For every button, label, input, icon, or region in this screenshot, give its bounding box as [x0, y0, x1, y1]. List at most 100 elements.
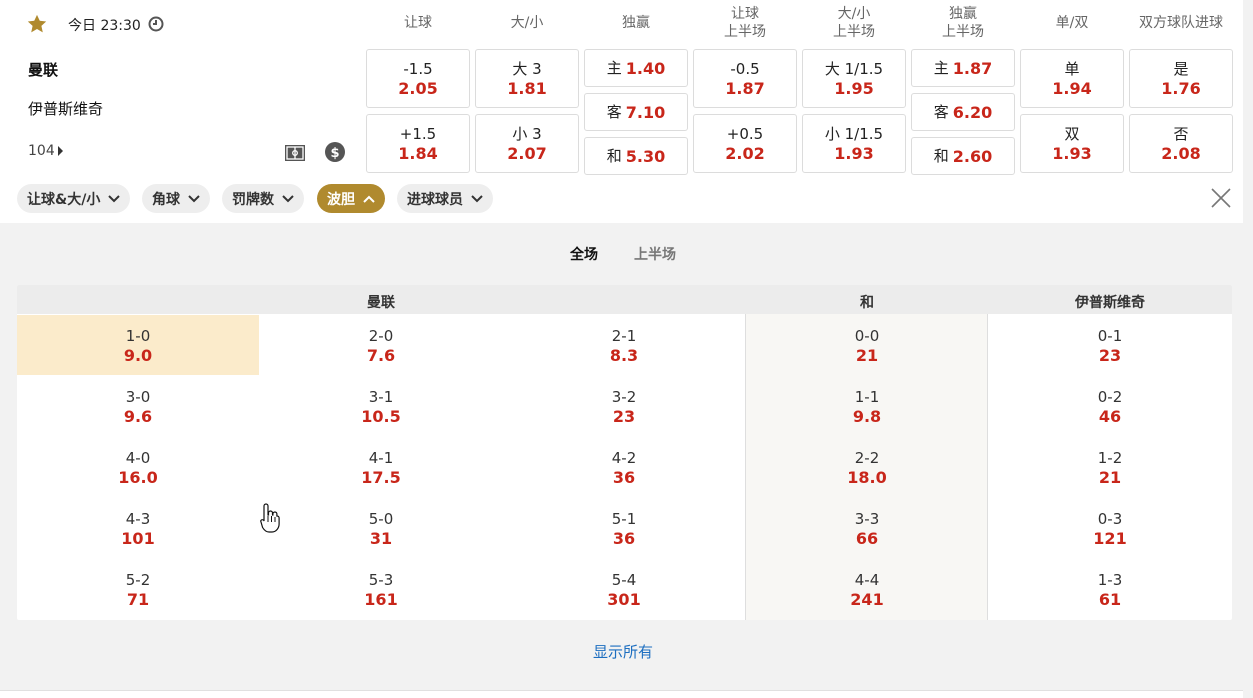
score-cell[interactable]: 1-2 21 — [989, 437, 1231, 498]
score-odds: 241 — [850, 589, 884, 609]
score-cell[interactable]: 2-1 8.3 — [503, 315, 745, 376]
odds-value: 7.10 — [625, 102, 666, 122]
score-odds: 16.0 — [118, 467, 158, 487]
market-header-line: 独赢 — [949, 6, 977, 22]
odds-cell[interactable]: 否 2.08 — [1129, 114, 1233, 173]
market-header-line: 上半场 — [724, 24, 766, 40]
odds-cell[interactable]: 主 1.87 — [911, 49, 1015, 87]
odds-label: 是 — [1173, 59, 1189, 78]
score-cell[interactable]: 0-0 21 — [746, 315, 988, 376]
score-odds: 46 — [1098, 406, 1122, 426]
score-label: 4-4 — [854, 570, 880, 589]
score-odds: 21 — [855, 345, 879, 365]
score-cell[interactable]: 5-3 161 — [260, 559, 502, 620]
odds-cell[interactable]: -0.5 1.87 — [693, 49, 797, 108]
score-cell[interactable]: 5-0 31 — [260, 498, 502, 559]
cash-out-icon[interactable]: $ — [325, 142, 345, 162]
score-cell[interactable]: 4-0 16.0 — [17, 437, 259, 498]
score-odds: 23 — [612, 406, 636, 426]
score-cell[interactable]: 3-1 10.5 — [260, 376, 502, 437]
score-cell[interactable]: 4-3 101 — [17, 498, 259, 559]
score-cell[interactable]: 2-0 7.6 — [260, 315, 502, 376]
tab-first-half[interactable]: 上半场 — [634, 244, 676, 264]
pitch-stats-icon[interactable] — [284, 142, 306, 164]
odds-cell[interactable]: 主 1.40 — [584, 49, 688, 87]
odds-cell[interactable]: 客 7.10 — [584, 93, 688, 131]
filter-chip-label: 罚牌数 — [232, 191, 274, 208]
score-cell[interactable]: 5-2 71 — [17, 559, 259, 620]
favorite-star-icon[interactable] — [26, 13, 48, 35]
odds-label: +0.5 — [726, 124, 764, 143]
odds-cell[interactable]: 大 1/1.5 1.95 — [802, 49, 906, 108]
odds-cell[interactable]: 和 2.60 — [911, 137, 1015, 175]
odds-cell[interactable]: 双 1.93 — [1020, 114, 1124, 173]
score-cell[interactable]: 0-1 23 — [989, 315, 1231, 376]
filter-chip[interactable]: 让球&大/小 — [17, 184, 131, 213]
score-odds: 121 — [1093, 528, 1127, 548]
close-icon[interactable] — [1209, 186, 1233, 210]
score-cell[interactable]: 4-4 241 — [746, 559, 988, 620]
odds-label: 和 — [606, 146, 622, 165]
show-all-link[interactable]: 显示所有 — [593, 641, 653, 662]
filter-chip[interactable]: 波胆 — [317, 184, 385, 213]
market-header: 单/双 — [1020, 0, 1124, 46]
score-cell[interactable]: 4-2 36 — [503, 437, 745, 498]
odds-cell[interactable]: 和 5.30 — [584, 137, 688, 175]
scrollbar-track[interactable] — [1243, 0, 1253, 698]
score-odds: 9.8 — [852, 406, 882, 426]
score-cell[interactable]: 3-3 66 — [746, 498, 988, 559]
draw-column-header: 和 — [860, 295, 874, 311]
score-cell[interactable]: 5-1 36 — [503, 498, 745, 559]
score-label: 5-2 — [125, 570, 151, 589]
score-cell[interactable]: 0-2 46 — [989, 376, 1231, 437]
chevron-down-icon — [188, 194, 200, 202]
market-header-line: 大/小 — [837, 6, 871, 22]
odds-cell[interactable]: 单 1.94 — [1020, 49, 1124, 108]
odds-cell[interactable]: +0.5 2.02 — [693, 114, 797, 173]
score-odds: 10.5 — [361, 406, 401, 426]
filter-chip-label: 波胆 — [327, 191, 355, 208]
tab-full-time[interactable]: 全场 — [570, 244, 598, 264]
score-label: 0-2 — [1097, 387, 1123, 406]
filter-chip[interactable]: 角球 — [142, 184, 210, 213]
odds-value: 1.40 — [625, 58, 666, 78]
odds-cell[interactable]: 小 3 2.07 — [475, 114, 579, 173]
market-header: 独赢 上半场 — [911, 0, 1015, 46]
odds-label: 否 — [1173, 124, 1189, 143]
market-header: 让球 — [366, 0, 470, 46]
score-odds: 9.6 — [123, 406, 153, 426]
odds-cell[interactable]: 小 1/1.5 1.93 — [802, 114, 906, 173]
score-cell[interactable]: 1-3 61 — [989, 559, 1231, 620]
score-cell[interactable]: 5-4 301 — [503, 559, 745, 620]
odds-cell[interactable]: -1.5 2.05 — [366, 49, 470, 108]
score-cell[interactable]: 3-2 23 — [503, 376, 745, 437]
score-odds: 23 — [1098, 345, 1122, 365]
odds-value: 1.87 — [725, 78, 765, 98]
score-label: 4-2 — [611, 448, 637, 467]
score-cell[interactable]: 1-1 9.8 — [746, 376, 988, 437]
odds-cell[interactable]: 客 6.20 — [911, 93, 1015, 131]
odds-value: 1.93 — [834, 143, 874, 163]
odds-cell[interactable]: 是 1.76 — [1129, 49, 1233, 108]
odds-label: -0.5 — [730, 59, 760, 78]
score-label: 3-0 — [125, 387, 151, 406]
score-odds: 8.3 — [609, 345, 639, 365]
score-cell[interactable]: 3-0 9.6 — [17, 376, 259, 437]
score-cell[interactable]: 2-2 18.0 — [746, 437, 988, 498]
market-header: 大/小 上半场 — [802, 0, 906, 46]
score-cell[interactable]: 1-0 9.0 — [17, 315, 259, 376]
odds-cell[interactable]: +1.5 1.84 — [366, 114, 470, 173]
score-label: 1-3 — [1097, 570, 1123, 589]
odds-value: 1.81 — [507, 78, 547, 98]
more-markets-link[interactable]: 104 — [28, 143, 63, 159]
score-cell[interactable]: 4-1 17.5 — [260, 437, 502, 498]
score-cell[interactable]: 0-3 121 — [989, 498, 1231, 559]
odds-label: -1.5 — [403, 59, 433, 78]
odds-label: 主 — [606, 58, 622, 77]
chevron-down-icon — [108, 194, 121, 202]
filter-chip[interactable]: 进球球员 — [397, 184, 493, 213]
odds-value: 1.76 — [1161, 78, 1201, 98]
filter-chip[interactable]: 罚牌数 — [222, 184, 304, 213]
score-odds: 9.0 — [123, 345, 153, 365]
odds-cell[interactable]: 大 3 1.81 — [475, 49, 579, 108]
